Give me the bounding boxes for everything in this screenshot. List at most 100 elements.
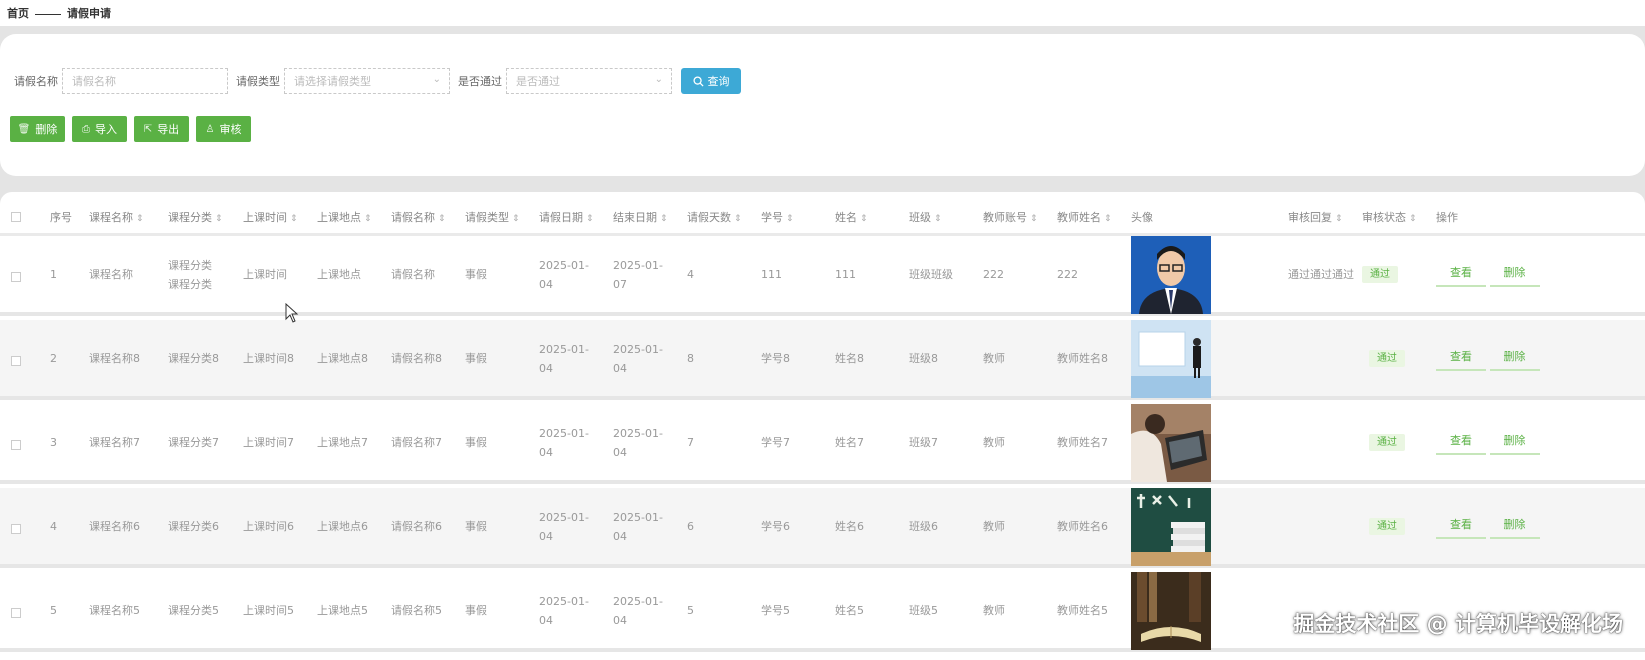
table-row[interactable]: 3 课程名称7 课程分类7 上课时间7 上课地点7 请假名称7 事假 2025-…: [0, 404, 1645, 484]
select-all-checkbox[interactable]: [11, 212, 21, 222]
leave-type-select[interactable]: 请选择请假类型 ⌄: [284, 68, 450, 94]
sort-icon[interactable]: ⇕: [1104, 214, 1112, 224]
header-class-time[interactable]: 上课时间 ⇕: [243, 209, 298, 225]
query-button-label: 查询: [707, 75, 730, 88]
sort-icon[interactable]: ⇕: [860, 214, 868, 224]
avatar-blackboard-photo[interactable]: [1131, 488, 1211, 566]
header-label: 审核回复: [1288, 211, 1332, 224]
cell-course-name: 课程名称5: [89, 604, 140, 617]
row-checkbox[interactable]: [11, 608, 21, 618]
sort-icon[interactable]: ⇕: [586, 214, 594, 224]
header-teacher-name[interactable]: 教师姓名 ⇕: [1057, 209, 1112, 225]
avatar-classroom-photo[interactable]: [1131, 320, 1211, 398]
audit-button[interactable]: ♙ 审核: [196, 116, 251, 142]
delete-row-button[interactable]: 删除: [1489, 428, 1540, 455]
breadcrumb: 首页 请假申请: [0, 0, 1645, 26]
header-student-name[interactable]: 姓名 ⇕: [835, 209, 868, 225]
export-button[interactable]: ⇱ 导出: [134, 116, 189, 142]
sort-icon[interactable]: ⇕: [786, 214, 794, 224]
audit-button-label: 审核: [219, 123, 242, 136]
sort-icon[interactable]: ⇕: [1030, 214, 1038, 224]
header-leave-type[interactable]: 请假类型 ⇕: [465, 209, 520, 225]
header-course-category[interactable]: 课程分类 ⇕: [168, 209, 223, 225]
row-checkbox[interactable]: [11, 356, 21, 366]
header-student-no[interactable]: 学号 ⇕: [761, 209, 794, 225]
mouse-cursor-icon: [285, 303, 299, 323]
cell-leave-name: 请假名称5: [391, 604, 442, 617]
header-audit-reply[interactable]: 审核回复 ⇕: [1288, 209, 1343, 225]
view-button[interactable]: 查看: [1436, 428, 1486, 455]
view-button[interactable]: 查看: [1436, 344, 1486, 371]
view-button[interactable]: 查看: [1436, 260, 1486, 287]
cell-class-place: 上课地点: [317, 268, 361, 281]
chevron-down-icon: ⌄: [654, 74, 663, 85]
row-checkbox[interactable]: [11, 272, 21, 282]
header-leave-days[interactable]: 请假天数 ⇕: [687, 209, 742, 225]
sort-icon[interactable]: ⇕: [364, 214, 372, 224]
header-course-name[interactable]: 课程名称 ⇕: [89, 209, 144, 225]
delete-row-button[interactable]: 删除: [1489, 260, 1540, 287]
header-label: 上课时间: [243, 211, 287, 224]
cell-leave-days: 5: [687, 604, 694, 617]
sort-icon[interactable]: ⇕: [1335, 214, 1343, 224]
avatar-book-photo[interactable]: [1131, 572, 1211, 650]
cell-student-no: 学号6: [761, 520, 790, 533]
delete-row-button[interactable]: 删除: [1489, 344, 1540, 371]
header-label: 课程名称: [89, 211, 133, 224]
sort-icon[interactable]: ⇕: [290, 214, 298, 224]
table-row[interactable]: 1 课程名称 课程分类 课程分类 上课时间 上课地点 请假名称 事假 2025-…: [0, 236, 1645, 316]
row-checkbox[interactable]: [11, 524, 21, 534]
table-row[interactable]: 2 课程名称8 课程分类8 上课时间8 上课地点8 请假名称8 事假 2025-…: [0, 320, 1645, 400]
cell-teacher-account: 教师: [983, 436, 1005, 449]
breadcrumb-home[interactable]: 首页: [7, 7, 29, 20]
cell-course-name: 课程名称7: [89, 436, 140, 449]
cell-audit-reply: 通过通过通过: [1288, 268, 1354, 281]
header-class-place[interactable]: 上课地点 ⇕: [317, 209, 372, 225]
cell-index: 1: [50, 268, 57, 281]
pass-placeholder: 是否通过: [516, 75, 560, 88]
sort-icon[interactable]: ⇕: [512, 214, 520, 224]
avatar-laptop-photo[interactable]: [1131, 404, 1211, 482]
view-button[interactable]: 查看: [1436, 512, 1486, 539]
header-class[interactable]: 班级 ⇕: [909, 209, 942, 225]
cell-teacher-name: 教师姓名8: [1057, 352, 1108, 365]
cell-class-place: 上课地点6: [317, 520, 368, 533]
header-audit-status[interactable]: 审核状态 ⇕: [1362, 209, 1417, 225]
header-label: 上课地点: [317, 211, 361, 224]
header-teacher-account[interactable]: 教师账号 ⇕: [983, 209, 1038, 225]
avatar-portrait-photo[interactable]: [1131, 236, 1211, 314]
query-button[interactable]: 查询: [681, 68, 741, 94]
cell-course-category: 课程分类8: [168, 352, 219, 365]
header-leave-date[interactable]: 请假日期 ⇕: [539, 209, 594, 225]
header-index: 序号: [50, 211, 72, 224]
cell-class-time: 上课时间6: [243, 520, 294, 533]
cell-leave-date-2: 04: [539, 278, 553, 291]
cell-course-category: 课程分类5: [168, 604, 219, 617]
sort-icon[interactable]: ⇕: [660, 214, 668, 224]
header-operation: 操作: [1436, 211, 1458, 224]
cell-index: 2: [50, 352, 57, 365]
cell-index: 4: [50, 520, 57, 533]
sort-icon[interactable]: ⇕: [215, 214, 223, 224]
import-button[interactable]: ⎙ 导入: [72, 116, 127, 142]
cell-class-time: 上课时间8: [243, 352, 294, 365]
sort-icon[interactable]: ⇕: [136, 214, 144, 224]
cell-leave-name: 请假名称6: [391, 520, 442, 533]
row-checkbox[interactable]: [11, 440, 21, 450]
leave-name-input[interactable]: 请假名称: [62, 68, 228, 94]
delete-row-button[interactable]: 删除: [1489, 512, 1540, 539]
sort-icon[interactable]: ⇕: [1409, 214, 1417, 224]
table-row[interactable]: 4 课程名称6 课程分类6 上课时间6 上课地点6 请假名称6 事假 2025-…: [0, 488, 1645, 568]
header-leave-name[interactable]: 请假名称 ⇕: [391, 209, 446, 225]
cell-end-date-2: 04: [613, 362, 627, 375]
header-label: 审核状态: [1362, 211, 1406, 224]
pass-select[interactable]: 是否通过 ⌄: [506, 68, 672, 94]
cell-teacher-account: 教师: [983, 352, 1005, 365]
sort-icon[interactable]: ⇕: [934, 214, 942, 224]
cell-end-date: 2025-01-: [613, 343, 663, 356]
watermark: 掘金技术社区 @ 计算机毕设解化场: [1293, 612, 1623, 636]
header-end-date[interactable]: 结束日期 ⇕: [613, 209, 668, 225]
sort-icon[interactable]: ⇕: [438, 214, 446, 224]
delete-button[interactable]: 🗑 删除: [10, 116, 65, 142]
sort-icon[interactable]: ⇕: [734, 214, 742, 224]
